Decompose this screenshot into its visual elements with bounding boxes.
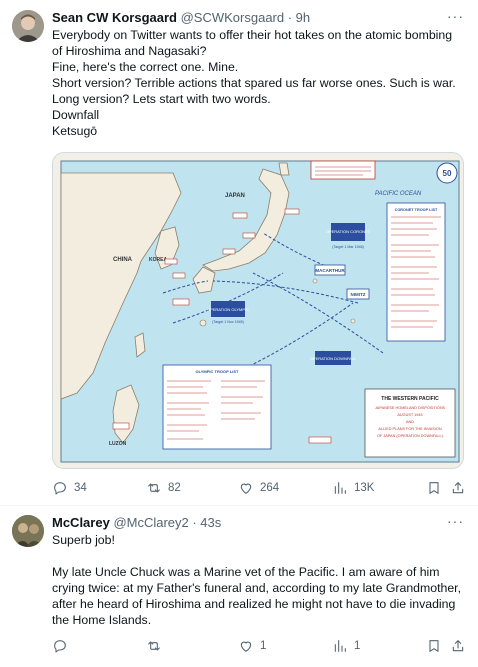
map-title-main: THE WESTERN PACIFIC (381, 396, 439, 402)
nimitz-label: NIMITZ (351, 292, 366, 297)
coronet-list-title: CORONET TROOP LIST (395, 208, 438, 212)
op-coronet: OPERATION CORONET (326, 229, 371, 234)
text-line: Superb job! (52, 533, 115, 547)
text-line: crying twice: at my Father's funeral and… (52, 581, 462, 595)
views-icon (334, 482, 346, 494)
text-line: Ketsugō (52, 124, 98, 138)
share-icon (452, 640, 464, 652)
map-title-line: JAPANESE HOMELAND DISPOSITIONS (375, 406, 446, 410)
reply-button[interactable] (52, 636, 74, 656)
views-button[interactable]: 13K (332, 478, 374, 498)
map-title-line: ALLIED PLANS FOR THE INVASION (378, 427, 441, 431)
op-downfall: OPERATION DOWNFALL (310, 356, 357, 361)
bookmark-icon (429, 482, 439, 494)
china-label: CHINA (113, 257, 133, 263)
retweet-icon (148, 483, 160, 493)
reply-button[interactable]: 34 (52, 478, 87, 498)
bookmark-icon (429, 640, 439, 652)
map-title-line: OF JAPAN (OPERATION DOWNFALL) (377, 434, 444, 438)
macarthur-label: MACARTHUR (315, 268, 345, 273)
views-count: 13K (354, 482, 375, 494)
luzon-label: LUZON (109, 441, 127, 447)
tweet-text: Everybody on Twitter wants to offer thei… (52, 27, 466, 139)
tweet-header: McClarey @McClarey2 · 43s (52, 515, 221, 531)
tweet-header: Sean CW Korsgaard @SCWKorsgaard · 9h (52, 10, 310, 26)
like-button[interactable]: 1 (238, 636, 266, 656)
tweet-actions: 1 1 (52, 636, 468, 656)
retweet-button[interactable]: 82 (146, 478, 181, 498)
coronet-troop-list (386, 202, 446, 342)
op-olympic: OPERATION OLYMPIC (207, 307, 249, 312)
share-icon (452, 482, 464, 494)
share-button[interactable] (450, 478, 466, 498)
views-icon (334, 640, 346, 652)
text-line: after he heard of Hiroshima and realized… (52, 597, 456, 611)
text-line: My late Uncle Chuck was a Marine vet of … (52, 565, 440, 579)
olympic-list-title: OLYMPIC TROOP LIST (196, 369, 239, 374)
op-coronet-date: (Target 1 Mar 1946) (332, 245, 364, 249)
tweet-korsgaard[interactable]: Sean CW Korsgaard @SCWKorsgaard · 9h ···… (0, 0, 478, 505)
bookmark-button[interactable] (426, 636, 442, 656)
tweet-actions: 34 82 264 13K (52, 478, 468, 498)
op-olympic-date: (Target 1 Nov 1945) (212, 320, 244, 324)
handle-time[interactable]: @SCWKorsgaard · 9h (181, 10, 311, 25)
share-button[interactable] (450, 636, 466, 656)
retweet-icon (148, 641, 160, 651)
reply-icon (54, 482, 66, 495)
views-button[interactable]: 1 (332, 636, 360, 656)
like-count: 264 (260, 482, 280, 494)
map-title-line: AND (406, 420, 414, 424)
tweet-mcclarey[interactable]: McClarey @McClarey2 · 43s ··· Superb job… (0, 506, 478, 667)
sheet-number: 50 (443, 169, 452, 178)
map-title-line: AUGUST 1945 (397, 413, 422, 417)
text-line: the Home Islands. (52, 613, 152, 627)
text-line: Fine, here's the correct one. Mine. (52, 60, 239, 74)
views-count: 1 (354, 640, 361, 652)
more-options-icon[interactable]: ··· (447, 513, 464, 529)
like-button[interactable]: 264 (238, 478, 279, 498)
retweet-button[interactable] (146, 636, 168, 656)
avatar-image (12, 10, 44, 42)
text-line: Long version? Lets start with two words. (52, 92, 271, 106)
avatar-korsgaard[interactable] (12, 10, 44, 42)
korea-label: KOREA (149, 257, 167, 263)
avatar-mcclarey[interactable] (12, 515, 44, 547)
retweet-count: 82 (168, 482, 181, 494)
reply-count: 34 (74, 482, 87, 494)
text-line: Short version? Terrible actions that spa… (52, 76, 456, 90)
bookmark-button[interactable] (426, 478, 442, 498)
ocean-label: PACIFIC OCEAN (375, 191, 422, 197)
olympic-troop-list (162, 364, 272, 450)
text-line: of Hiroshima and Nagasaki? (52, 44, 207, 58)
reply-icon (54, 640, 66, 653)
more-options-icon[interactable]: ··· (447, 8, 464, 24)
display-name[interactable]: McClarey (52, 515, 110, 530)
handle-time[interactable]: @McClarey2 · 43s (113, 515, 221, 530)
avatar-image (12, 515, 44, 547)
japan-label: JAPAN (225, 193, 245, 199)
like-count: 1 (260, 640, 267, 652)
western-pacific-map: CHINA KOREA JAPAN PACIFIC OCEAN LUZON 50… (53, 153, 463, 468)
tweet-text: Superb job! My late Uncle Chuck was a Ma… (52, 532, 466, 628)
heart-icon (240, 483, 252, 494)
map-image[interactable]: CHINA KOREA JAPAN PACIFIC OCEAN LUZON 50… (52, 152, 464, 469)
display-name[interactable]: Sean CW Korsgaard (52, 10, 177, 25)
text-line: Downfall (52, 108, 100, 122)
heart-icon (240, 641, 252, 652)
text-line: Everybody on Twitter wants to offer thei… (52, 28, 453, 42)
